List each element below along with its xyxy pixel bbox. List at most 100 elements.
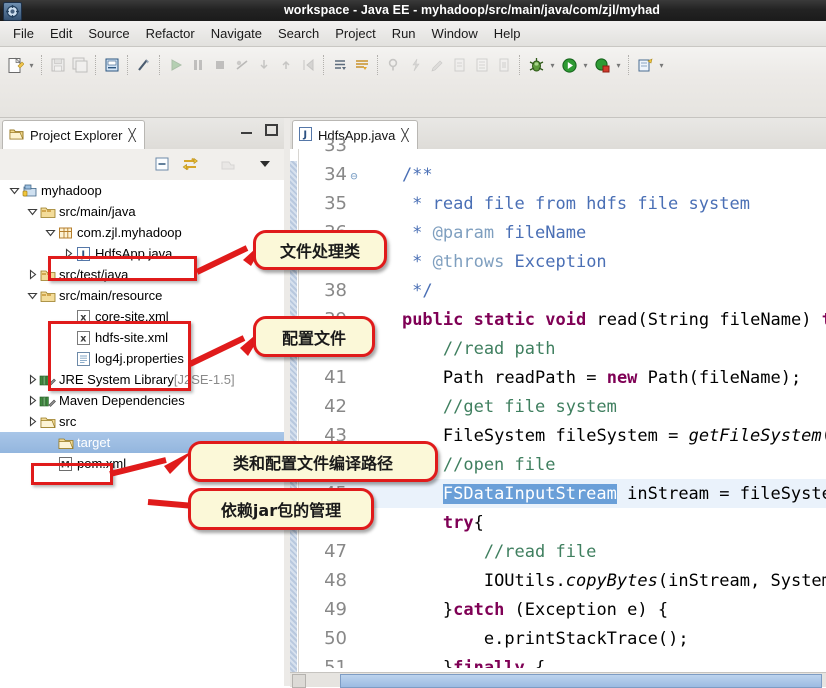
toolbar-separator [377, 55, 379, 75]
code-line[interactable]: 51 }finally { [299, 653, 826, 668]
tree-item-src[interactable]: src [0, 411, 284, 432]
tree-item-label: Maven Dependencies [59, 393, 185, 408]
tree-item-src-main-java[interactable]: src/main/java [0, 201, 284, 222]
new-java-class-icon[interactable] [133, 53, 155, 77]
resume-icon[interactable] [297, 53, 319, 77]
debug-icon[interactable] [525, 53, 547, 77]
code-line[interactable]: 38 */ [299, 276, 826, 305]
previous-annotation-icon[interactable] [405, 53, 427, 77]
fold-marker[interactable]: ⊖ [347, 162, 361, 191]
next-annotation-icon[interactable] [383, 53, 405, 77]
library-icon [39, 393, 56, 409]
last-edit-location-icon[interactable] [427, 53, 449, 77]
code-line[interactable]: 45 FSDataInputStream inStream = fileSyst… [299, 479, 826, 508]
chevron-right-icon[interactable] [26, 268, 39, 281]
toggle-mark-icon[interactable] [493, 53, 515, 77]
chevron-down-icon[interactable] [26, 205, 39, 218]
code-text: Path readPath = new Path(fileName); [442, 368, 802, 388]
chevron-down-icon[interactable]: ▾ [613, 53, 624, 77]
run-last-icon[interactable] [165, 53, 187, 77]
collapse-all-icon[interactable] [152, 154, 172, 174]
line-number: 41 [324, 367, 347, 388]
menu-item-search[interactable]: Search [270, 24, 327, 43]
menu-item-window[interactable]: Window [424, 24, 486, 43]
code-line[interactable]: 41 Path readPath = new Path(fileName); [299, 363, 826, 392]
chevron-down-icon[interactable] [26, 289, 39, 302]
code-text: * @param fileName [361, 223, 587, 243]
menu-item-refactor[interactable]: Refactor [138, 24, 203, 43]
step-into-icon[interactable] [253, 53, 275, 77]
code-line[interactable]: 47 //read file [299, 537, 826, 566]
tree-item-maven-dependencies[interactable]: Maven Dependencies [0, 390, 284, 411]
link-with-editor-icon[interactable] [180, 154, 202, 174]
new-project-icon[interactable] [634, 53, 656, 77]
chevron-down-icon[interactable]: ▾ [656, 53, 667, 77]
code-text: e.printStackTrace(); [483, 629, 689, 649]
tab-project-explorer[interactable]: Project Explorer ╳ [2, 120, 145, 149]
search-icon[interactable] [351, 53, 373, 77]
line-number: 42 [324, 396, 347, 417]
line-number: 50 [324, 628, 347, 649]
package-icon [57, 225, 74, 241]
chevron-down-icon[interactable] [8, 184, 21, 197]
step-return-icon[interactable] [275, 53, 297, 77]
chevron-right-icon[interactable] [26, 373, 39, 386]
code-line[interactable]: 46 try{ [299, 508, 826, 537]
back-icon[interactable] [449, 53, 471, 77]
line-number: 34 [324, 164, 347, 185]
code-line[interactable]: 49 }catch (Exception e) { [299, 595, 826, 624]
save-all-icon[interactable] [69, 53, 91, 77]
code-line[interactable]: 33 [299, 131, 826, 160]
focus-icon[interactable] [218, 154, 238, 174]
code-line[interactable]: 34 ⊖ /** [299, 160, 826, 189]
maximize-icon[interactable] [265, 124, 278, 136]
annotation-text: 类和配置文件编译路径 [232, 453, 393, 473]
panel-window-controls [240, 124, 278, 136]
menu-item-navigate[interactable]: Navigate [203, 24, 270, 43]
skip-breakpoints-icon[interactable] [231, 53, 253, 77]
code-line[interactable]: 50 e.printStackTrace(); [299, 624, 826, 653]
step-over-icon[interactable] [187, 53, 209, 77]
code-line[interactable]: 40 //read path [299, 334, 826, 363]
external-tools-icon[interactable] [591, 53, 613, 77]
new-wizard-icon[interactable] [4, 53, 26, 77]
run-icon[interactable] [558, 53, 580, 77]
code-line[interactable]: 35 * read file from hdfs file system [299, 189, 826, 218]
menu-item-help[interactable]: Help [486, 24, 529, 43]
menu-item-run[interactable]: Run [384, 24, 424, 43]
forward-icon[interactable] [471, 53, 493, 77]
folder-icon [39, 414, 56, 430]
chevron-right-icon[interactable] [26, 394, 39, 407]
open-type-icon[interactable] [329, 53, 351, 77]
annotation-compile-path: 类和配置文件编译路径 [188, 441, 438, 482]
project-explorer-view-toolbar [0, 149, 284, 181]
chevron-down-icon[interactable]: ▾ [580, 53, 591, 77]
editor-code-area[interactable]: 33 34 ⊖ /** 35 * read file from hdfs file s… [299, 131, 826, 668]
code-text: //get file system [361, 397, 617, 417]
annotation-text: 文件处理类 [279, 242, 360, 261]
project-explorer-tabstrip: Project Explorer ╳ [0, 118, 284, 150]
source-folder-icon [39, 204, 56, 220]
chevron-down-icon[interactable]: ▾ [26, 53, 37, 77]
code-line[interactable]: 42 //get file system [299, 392, 826, 421]
save-icon[interactable] [47, 53, 69, 77]
annotation-config-files: 配置文件 [253, 316, 375, 357]
editor-horizontal-scrollbar[interactable] [290, 672, 826, 688]
view-menu-icon[interactable] [256, 154, 274, 174]
close-icon[interactable]: ╳ [128, 128, 135, 142]
maven-project-icon [21, 183, 38, 199]
chevron-down-icon[interactable] [44, 226, 57, 239]
menu-item-edit[interactable]: Edit [42, 24, 80, 43]
tree-item-src-main-resource[interactable]: src/main/resource [0, 285, 284, 306]
code-line[interactable]: 39⊖ public static void read(String fileN… [299, 305, 826, 334]
chevron-down-icon[interactable]: ▾ [547, 53, 558, 77]
chevron-right-icon[interactable] [26, 415, 39, 428]
menu-item-source[interactable]: Source [80, 24, 137, 43]
menu-item-file[interactable]: File [5, 24, 42, 43]
terminate-icon[interactable] [209, 53, 231, 77]
menu-item-project[interactable]: Project [327, 24, 383, 43]
minimize-icon[interactable] [240, 125, 253, 136]
code-line[interactable]: 48 IOUtils.copyBytes(inStream, System.ou… [299, 566, 826, 595]
print-icon[interactable] [101, 53, 123, 77]
tree-item-myhadoop[interactable]: myhadoop [0, 180, 284, 201]
